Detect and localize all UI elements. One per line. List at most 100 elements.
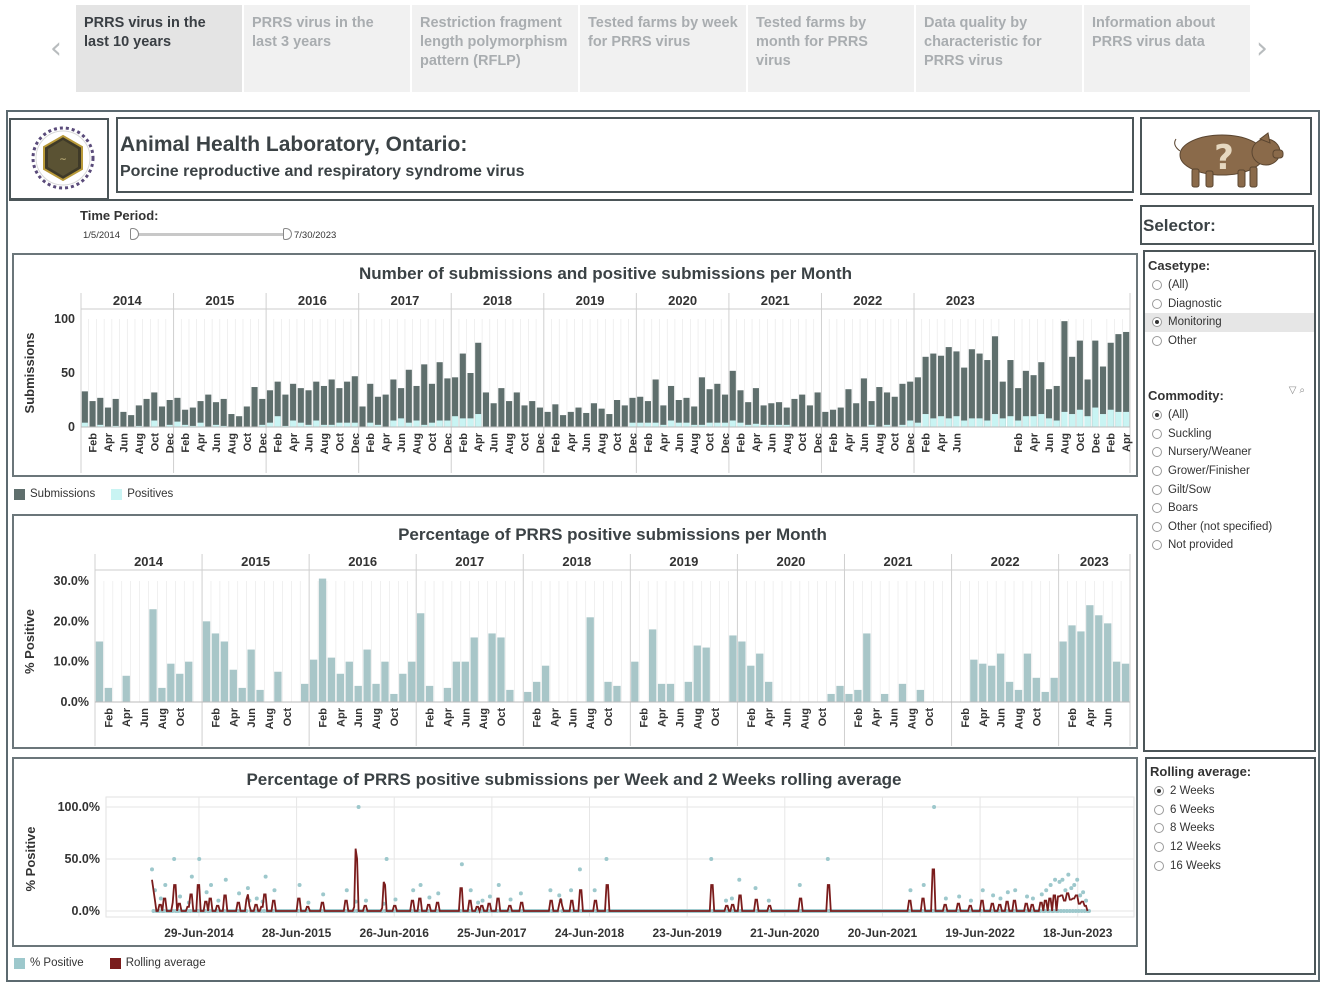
- submissions-chart[interactable]: Number of submissions and positive submi…: [14, 255, 1136, 475]
- radio-icon[interactable]: [1154, 804, 1164, 815]
- radio-icon[interactable]: [1154, 786, 1164, 797]
- month-tick-label: Aug: [1059, 433, 1071, 454]
- commodity-option-boars[interactable]: Boars: [1145, 499, 1314, 518]
- radio-icon[interactable]: [1152, 447, 1162, 458]
- bar-positives: [398, 418, 405, 427]
- radio-icon[interactable]: [1152, 428, 1162, 439]
- commodity-option-all[interactable]: (All): [1145, 406, 1314, 425]
- casetype-option-all[interactable]: (All): [1145, 276, 1314, 295]
- tab-tested-farms-by-month[interactable]: Tested farms by month for PRRS virus: [748, 5, 914, 92]
- weekly-pct-point: [943, 896, 948, 901]
- year-label: 2019: [576, 293, 605, 308]
- radio-icon[interactable]: [1152, 521, 1162, 532]
- time-period-end: 7/30/2023: [294, 230, 337, 241]
- commodity-option-grower-finisher[interactable]: Grower/Finisher: [1145, 462, 1314, 481]
- bar-positive: [167, 663, 175, 702]
- bar-positive: [158, 687, 166, 702]
- radio-icon[interactable]: [1152, 336, 1162, 347]
- month-tick-label: Oct: [175, 708, 187, 727]
- bar-positives: [675, 422, 682, 427]
- casetype-option-other[interactable]: Other: [1145, 332, 1314, 351]
- bar-positive: [1095, 615, 1103, 702]
- legend-item-submissions[interactable]: Submissions: [14, 488, 95, 500]
- bar-positive: [631, 661, 639, 702]
- weekly-pct-point: [487, 894, 492, 899]
- bar-positive: [443, 687, 452, 702]
- time-period-start: 1/5/2014: [83, 230, 120, 241]
- bar-positives: [907, 420, 914, 427]
- rolling-option-2-weeks[interactable]: 2 Weeks: [1147, 782, 1314, 801]
- bar-submissions: [112, 398, 119, 427]
- month-tick-label: Aug: [371, 708, 383, 729]
- bar-positive: [524, 691, 532, 702]
- y-axis-label: % Positive: [23, 826, 38, 891]
- month-tick-label: Feb: [550, 433, 562, 453]
- legend-item-positives[interactable]: Positives: [111, 488, 173, 500]
- month-tick-label: Jun: [951, 433, 963, 453]
- bar-positives: [1115, 411, 1122, 427]
- weekly-pct-point: [604, 857, 609, 861]
- bar-submissions: [513, 392, 520, 427]
- casetype-option-diagnostic[interactable]: Diagnostic: [1145, 295, 1314, 314]
- bar-positives: [274, 416, 281, 427]
- legend-item-pct-positive[interactable]: % Positive: [14, 957, 84, 969]
- month-tick-label: Oct: [282, 708, 294, 727]
- tab-prrs-last-3-years[interactable]: PRRS virus in the last 3 years: [244, 5, 410, 92]
- time-period-slider-track[interactable]: [131, 233, 289, 236]
- radio-icon[interactable]: [1152, 466, 1162, 477]
- commodity-option-suckling[interactable]: Suckling: [1145, 425, 1314, 444]
- tab-information[interactable]: Information about PRRS virus data: [1084, 5, 1250, 92]
- month-tick-label: Apr: [843, 432, 855, 452]
- month-tick-label: Oct: [797, 433, 809, 452]
- month-tick-label: Apr: [1029, 432, 1041, 452]
- percentage-week-chart[interactable]: Percentage of PRRS positive submissions …: [14, 759, 1136, 945]
- weekly-pct-point: [548, 888, 553, 893]
- bar-submissions: [814, 392, 821, 427]
- rolling-option-6-weeks[interactable]: 6 Weeks: [1147, 801, 1314, 820]
- casetype-option-monitoring[interactable]: Monitoring: [1145, 313, 1314, 332]
- commodity-option-gilt-sow[interactable]: Gilt/Sow: [1145, 480, 1314, 499]
- weekly-pct-point: [356, 805, 361, 809]
- radio-icon[interactable]: [1152, 280, 1162, 291]
- radio-icon[interactable]: [1152, 503, 1162, 514]
- bar-positives: [721, 422, 729, 427]
- year-label: 2021: [884, 554, 913, 569]
- commodity-option-not-provided[interactable]: Not provided: [1145, 536, 1314, 555]
- tab-rflp[interactable]: Restriction fragment length polymorphism…: [412, 5, 578, 92]
- weekly-pct-point: [150, 867, 154, 872]
- radio-icon[interactable]: [1154, 823, 1164, 834]
- bar-positives: [1053, 420, 1060, 427]
- radio-icon[interactable]: [1152, 317, 1162, 328]
- rolling-option-16-weeks[interactable]: 16 Weeks: [1147, 856, 1314, 875]
- bar-positives: [459, 418, 466, 427]
- tab-prev-arrow-icon[interactable]: ‹: [50, 30, 62, 68]
- month-tick-label: Feb: [735, 433, 747, 453]
- bar-submissions: [128, 415, 135, 427]
- weekly-pct-point: [1048, 883, 1053, 887]
- tab-tested-farms-by-week[interactable]: Tested farms by week for PRRS virus: [580, 5, 746, 92]
- radio-icon[interactable]: [1152, 410, 1162, 421]
- weekly-pct-point: [724, 898, 729, 903]
- bar-submissions: [660, 405, 667, 427]
- month-tick-label: Aug: [799, 708, 811, 729]
- tab-next-arrow-icon[interactable]: ›: [1256, 30, 1268, 68]
- weekly-pct-point: [1066, 872, 1071, 877]
- commodity-option-nursery-weaner[interactable]: Nursery/Weaner: [1145, 443, 1314, 462]
- tab-prrs-last-10-years[interactable]: PRRS virus in the last 10 years: [76, 5, 242, 92]
- rolling-option-8-weeks[interactable]: 8 Weeks: [1147, 819, 1314, 838]
- bar-positives: [467, 418, 474, 427]
- y-axis-label: Submissions: [22, 333, 37, 414]
- radio-icon[interactable]: [1152, 540, 1162, 551]
- radio-icon[interactable]: [1152, 298, 1162, 309]
- legend-item-rolling-average[interactable]: Rolling average: [109, 957, 206, 969]
- pig-question-icon[interactable]: ?: [1140, 117, 1312, 195]
- commodity-option-other-not-specified[interactable]: Other (not specified): [1145, 518, 1314, 537]
- radio-icon[interactable]: [1154, 860, 1164, 871]
- radio-icon[interactable]: [1154, 842, 1164, 853]
- month-tick-label: Aug: [906, 708, 918, 729]
- radio-icon[interactable]: [1152, 484, 1162, 495]
- percentage-month-chart[interactable]: Percentage of PRRS positive submissions …: [14, 516, 1136, 747]
- rolling-option-12-weeks[interactable]: 12 Weeks: [1147, 838, 1314, 857]
- tab-data-quality[interactable]: Data quality by characteristic for PRRS …: [916, 5, 1082, 92]
- month-tick-label: Oct: [612, 433, 624, 452]
